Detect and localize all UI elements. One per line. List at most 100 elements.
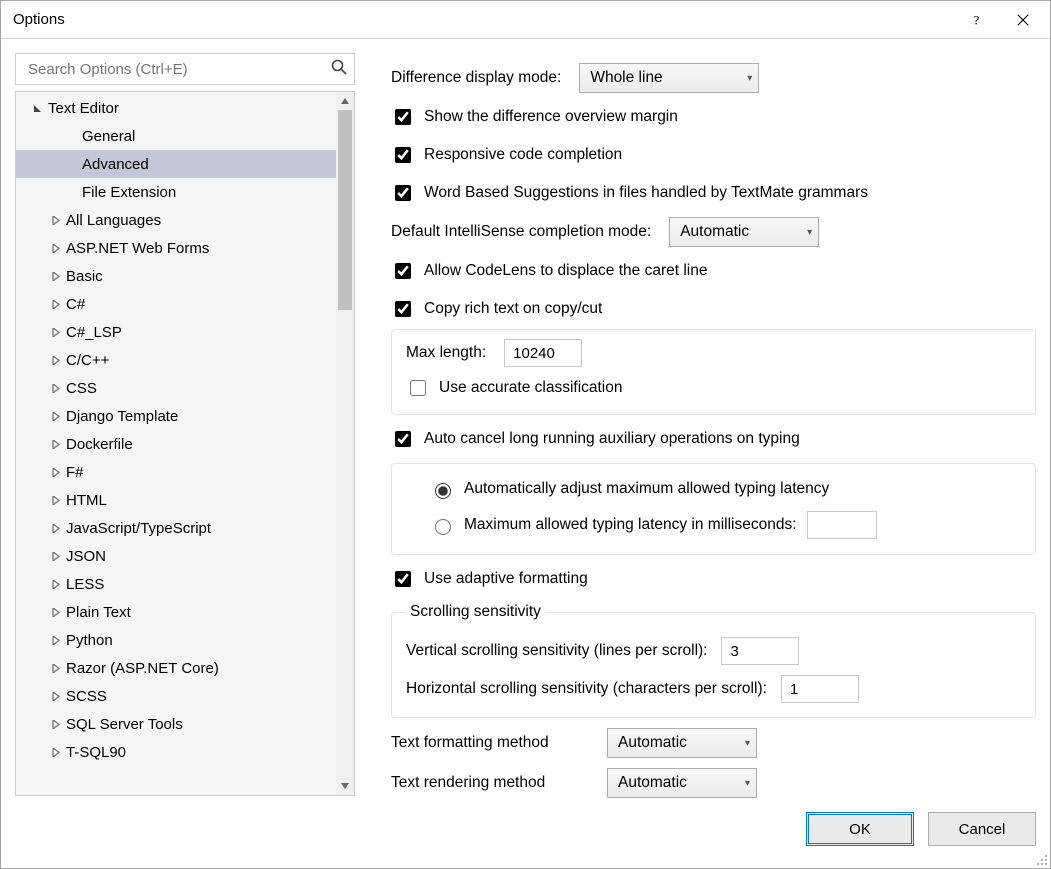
tree-expand-icon [48,244,62,253]
cancel-button[interactable]: Cancel [928,812,1036,846]
intellisense-mode-combo[interactable]: Automatic ▾ [669,217,819,247]
chk-copy-rich-text-label: Copy rich text on copy/cut [424,300,602,318]
tree-item-plain-text[interactable]: Plain Text [16,598,336,626]
tree-item-c-lsp[interactable]: C#_LSP [16,318,336,346]
chk-codelens-displace-label: Allow CodeLens to displace the caret lin… [424,262,707,280]
tree-expand-icon [48,468,62,477]
vertical-scroll-input[interactable] [721,637,799,665]
tree-list[interactable]: Text Editor General Advanced File Extension… [16,92,336,795]
rad-auto-latency-label: Automatically adjust maximum allowed typ… [464,480,829,498]
scroll-down-icon[interactable] [336,777,354,795]
tree-item-javascript-typescript[interactable]: JavaScript/TypeScript [16,514,336,542]
chk-responsive-completion-label: Responsive code completion [424,146,622,164]
chevron-down-icon: ▾ [745,738,750,749]
search-box[interactable] [15,53,355,85]
close-button[interactable] [1000,4,1046,36]
tree-item-python[interactable]: Python [16,626,336,654]
tree-item-c-[interactable]: C# [16,290,336,318]
search-icon [330,58,348,80]
tree-item-json[interactable]: JSON [16,542,336,570]
tree-item-label: Advanced [78,156,149,173]
chk-codelens-displace[interactable] [395,263,411,279]
tree-item-label: C#_LSP [62,324,122,341]
max-length-input[interactable] [504,339,582,367]
help-button[interactable]: ? [954,4,1000,36]
chk-accurate-classification[interactable] [410,380,426,396]
tree-item-asp-net-web-forms[interactable]: ASP.NET Web Forms [16,234,336,262]
manual-latency-input[interactable] [807,511,877,539]
tree-item-all-languages[interactable]: All Languages [16,206,336,234]
text-rendering-method-value: Automatic [618,774,687,792]
rad-auto-latency[interactable] [435,483,451,499]
chevron-down-icon: ▾ [807,227,812,238]
tree-item-django-template[interactable]: Django Template [16,402,336,430]
tree-item-sql-server-tools[interactable]: SQL Server Tools [16,710,336,738]
tree-item-label: Python [62,632,113,649]
tree-item-less[interactable]: LESS [16,570,336,598]
titlebar: Options ? [1,1,1050,39]
text-formatting-method-combo[interactable]: Automatic ▾ [607,728,757,758]
tree-item-label: Text Editor [44,100,119,117]
scrolling-sensitivity-legend: Scrolling sensitivity [406,603,545,621]
horizontal-scroll-label: Horizontal scrolling sensitivity (charac… [406,680,767,698]
tree-expand-icon [48,720,62,729]
cancel-button-label: Cancel [959,821,1006,838]
scroll-up-icon[interactable] [336,92,354,110]
tree-expand-icon [48,412,62,421]
intellisense-mode-label: Default IntelliSense completion mode: [391,223,651,241]
scrolling-sensitivity-group: Scrolling sensitivity Vertical scrolling… [391,603,1036,718]
auto-cancel-group: Automatically adjust maximum allowed typ… [391,463,1036,555]
options-tree: Text Editor General Advanced File Extension… [15,91,355,796]
chk-overview-margin[interactable] [395,109,411,125]
rad-manual-latency-label: Maximum allowed typing latency in millis… [464,516,797,534]
resize-grip-icon[interactable] [1035,853,1049,867]
ok-button[interactable]: OK [806,812,914,846]
dialog-footer: OK Cancel [1,804,1050,868]
tree-item-general[interactable]: General [16,122,336,150]
chk-overview-margin-label: Show the difference overview margin [424,108,678,126]
tree-expand-icon [48,524,62,533]
chk-responsive-completion[interactable] [395,147,411,163]
tree-item-text-editor[interactable]: Text Editor [16,94,336,122]
tree-item-label: Django Template [62,408,178,425]
scroll-thumb[interactable] [338,110,352,310]
rad-manual-latency[interactable] [435,519,451,535]
chk-adaptive-formatting[interactable] [395,571,411,587]
ok-button-label: OK [849,821,871,838]
tree-item-t-sql90[interactable]: T-SQL90 [16,738,336,766]
tree-item-label: Basic [62,268,103,285]
tree-item-f-[interactable]: F# [16,458,336,486]
scroll-track[interactable] [336,110,354,777]
tree-item-basic[interactable]: Basic [16,262,336,290]
tree-item-scss[interactable]: SCSS [16,682,336,710]
text-rendering-method-combo[interactable]: Automatic ▾ [607,768,757,798]
chk-textmate-suggestions[interactable] [395,185,411,201]
tree-expand-icon [48,664,62,673]
tree-item-label: ASP.NET Web Forms [62,240,209,257]
tree-scrollbar[interactable] [336,92,354,795]
tree-item-css[interactable]: CSS [16,374,336,402]
tree-expand-icon [48,636,62,645]
tree-item-label: SQL Server Tools [62,716,183,733]
help-icon: ? [970,13,984,27]
diff-mode-value: Whole line [590,69,662,87]
tree-item-label: T-SQL90 [62,744,126,761]
tree-item-label: JSON [62,548,106,565]
tree-item-c-c-[interactable]: C/C++ [16,346,336,374]
search-input[interactable] [26,60,330,79]
horizontal-scroll-input[interactable] [781,675,859,703]
tree-item-label: C/C++ [62,352,109,369]
tree-item-advanced[interactable]: Advanced [16,150,336,178]
tree-item-label: SCSS [62,688,107,705]
tree-item-razor-asp-net-core-[interactable]: Razor (ASP.NET Core) [16,654,336,682]
tree-item-html[interactable]: HTML [16,486,336,514]
tree-item-label: Dockerfile [62,436,133,453]
tree-item-dockerfile[interactable]: Dockerfile [16,430,336,458]
chevron-down-icon: ▾ [747,73,752,84]
diff-mode-combo[interactable]: Whole line ▾ [579,63,759,93]
chk-copy-rich-text[interactable] [395,301,411,317]
chk-auto-cancel[interactable] [395,431,411,447]
tree-item-file-extension[interactable]: File Extension [16,178,336,206]
intellisense-mode-value: Automatic [680,223,749,241]
tree-item-label: HTML [62,492,107,509]
